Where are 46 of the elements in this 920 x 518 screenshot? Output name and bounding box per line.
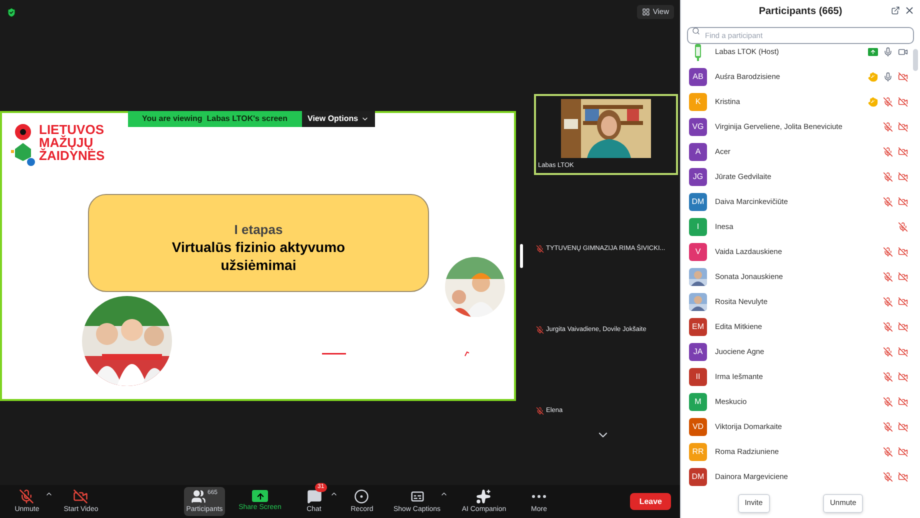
- caret-icon[interactable]: [45, 490, 53, 498]
- record-icon: [354, 488, 370, 504]
- decorative-mark: [464, 350, 470, 356]
- search-icon: [692, 26, 700, 34]
- avatar: VG: [689, 118, 707, 136]
- scrollbar[interactable]: [913, 49, 918, 71]
- scroll-handle[interactable]: [520, 244, 523, 268]
- captions-icon: [410, 488, 424, 504]
- muted-mic-icon: [19, 488, 34, 504]
- stage-label: I etapas: [234, 221, 283, 238]
- caret-icon[interactable]: [330, 490, 338, 498]
- sparkle-icon: [476, 488, 492, 504]
- grid-icon: [642, 8, 650, 16]
- more-icon: [532, 494, 546, 498]
- caret-icon[interactable]: [440, 490, 448, 498]
- share-screen-icon: [252, 490, 268, 502]
- decorative-line: [322, 352, 346, 354]
- avatar: II: [689, 368, 707, 386]
- avatar: V: [689, 242, 707, 260]
- leave-button[interactable]: Leave: [630, 493, 671, 510]
- avatar: A: [689, 142, 707, 160]
- avatar: I: [689, 218, 707, 236]
- chat-icon: [306, 488, 322, 504]
- avatar: RR: [689, 442, 707, 460]
- avatar: DM: [689, 468, 707, 486]
- video-off-icon: [73, 488, 88, 504]
- logo-text: MAŽŲJŲ: [39, 136, 94, 148]
- close-icon[interactable]: [904, 5, 915, 16]
- avatar: JA: [689, 342, 707, 360]
- pop-out-icon[interactable]: [891, 6, 900, 15]
- logo-icon: [11, 122, 35, 166]
- logo-text: ŽAIDYNĖS: [39, 148, 105, 162]
- slide-title: Virtualūs fizinio aktyvumo užsiėmimai: [170, 238, 346, 274]
- avatar: K: [689, 92, 707, 110]
- avatar: DM: [689, 192, 707, 210]
- viewing-banner: You are viewing Labas LTOK's screen: [128, 110, 302, 126]
- security-shield-icon[interactable]: [6, 6, 17, 18]
- avatar: M: [689, 392, 707, 410]
- view-options-button[interactable]: View Options: [302, 110, 376, 126]
- avatar: VD: [689, 418, 707, 436]
- logo-text: LIETUVOS: [39, 122, 105, 136]
- avatar: JG: [689, 168, 707, 186]
- people-icon: [191, 488, 206, 504]
- panel-title: Participants (665): [758, 4, 842, 18]
- avatar: AB: [689, 68, 707, 86]
- avatar: EM: [689, 318, 707, 336]
